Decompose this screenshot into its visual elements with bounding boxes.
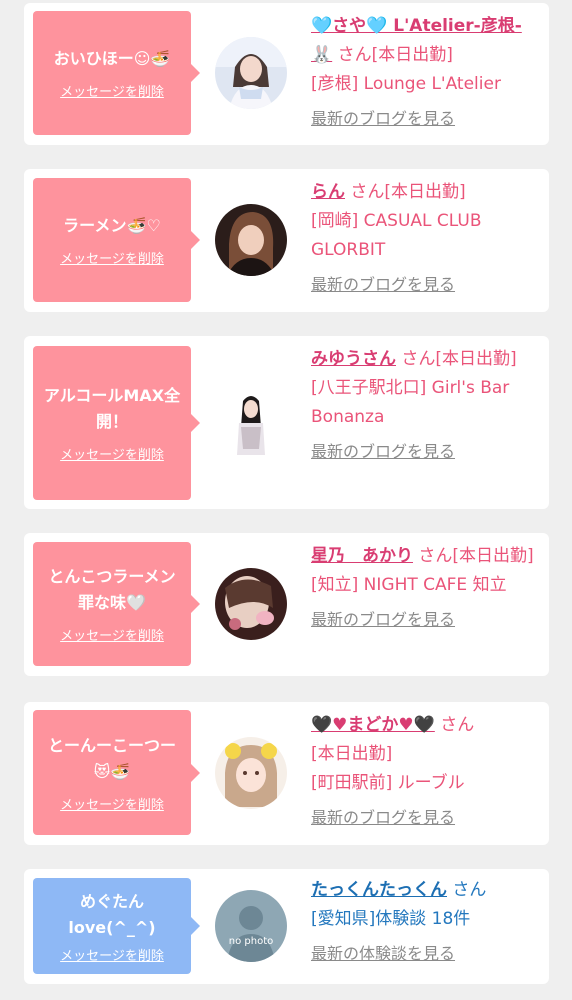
delete-message-link[interactable]: メッセージを削除 bbox=[60, 625, 164, 644]
latest-blog-link[interactable]: 最新のブログを見る bbox=[311, 437, 455, 466]
reviewer-name-link[interactable]: たっくんたっくん bbox=[311, 880, 447, 900]
bubble-message-text: ラーメン🍜♡ bbox=[63, 216, 161, 235]
store-text: [町田駅前] ルーブル bbox=[311, 773, 465, 793]
cast-status-text: さん[本日出勤] bbox=[350, 182, 466, 202]
avatar[interactable] bbox=[215, 37, 287, 109]
message-card: めぐたんlove(^_^) メッセージを削除 no photo たっくんたっくん… bbox=[24, 869, 549, 984]
store-text: [八王子駅北口] Girl's Bar Bonanza bbox=[311, 378, 510, 427]
message-card: おいひほー☺🍜 メッセージを削除 🩵さや🩵 L'Atelier-彦根-🐰 さん[… bbox=[24, 3, 549, 145]
cast-status-text: さん[本日出勤] bbox=[418, 546, 534, 566]
no-photo-label: no photo bbox=[228, 936, 274, 947]
latest-blog-link[interactable]: 最新のブログを見る bbox=[311, 104, 455, 133]
avatar[interactable] bbox=[215, 737, 287, 809]
bubble-message-text: アルコールMAX全開！ bbox=[43, 386, 181, 431]
avatar[interactable]: no photo bbox=[215, 890, 287, 962]
cast-status-text: さん bbox=[440, 715, 475, 735]
bubble-message-text: とーんーこーつー😻🍜 bbox=[47, 735, 176, 781]
cast-name-link[interactable]: 星乃 あかり bbox=[311, 546, 413, 566]
latest-blog-link[interactable]: 最新のブログを見る bbox=[311, 803, 455, 832]
message-bubble: ラーメン🍜♡ メッセージを削除 bbox=[33, 178, 200, 302]
message-card: とーんーこーつー😻🍜 メッセージを削除 🖤♥まどか♥🖤 さん [本日出勤] [町… bbox=[24, 702, 549, 845]
status-text: [本日出勤] bbox=[311, 744, 393, 764]
latest-review-link[interactable]: 最新の体験談を見る bbox=[311, 939, 455, 968]
message-card: とんこつラーメン罪な味🤍 メッセージを削除 星乃 あかり さん[本日出勤] [知… bbox=[24, 533, 549, 676]
store-text: [岡崎] CASUAL CLUB GLORBIT bbox=[311, 211, 482, 260]
bubble-message-text: めぐたんlove(^_^) bbox=[68, 891, 156, 937]
message-bubble: めぐたんlove(^_^) メッセージを削除 bbox=[33, 878, 200, 974]
cast-name-link[interactable]: らん bbox=[311, 182, 345, 202]
cast-info: 🩵さや🩵 L'Atelier-彦根-🐰 さん[本日出勤] [彦根] Lounge… bbox=[311, 12, 539, 134]
delete-message-link[interactable]: メッセージを削除 bbox=[60, 444, 164, 463]
cast-info: たっくんたっくん さん [愛知県]体験談 18件 最新の体験談を見る bbox=[311, 876, 539, 969]
cast-name-link[interactable]: 🖤♥まどか♥🖤 bbox=[311, 715, 435, 735]
store-text: [彦根] Lounge L'Atelier bbox=[311, 74, 501, 94]
avatar[interactable] bbox=[215, 387, 287, 459]
cast-info: みゆうさん さん[本日出勤] [八王子駅北口] Girl's Bar Bonan… bbox=[311, 345, 539, 467]
bubble-message-text: とんこつラーメン罪な味🤍 bbox=[48, 567, 176, 612]
delete-message-link[interactable]: メッセージを削除 bbox=[60, 248, 164, 267]
bubble-message-text: おいひほー☺🍜 bbox=[53, 49, 171, 68]
cast-name-link[interactable]: みゆうさん bbox=[311, 349, 396, 369]
avatar[interactable] bbox=[215, 204, 287, 276]
review-count-text: [愛知県]体験談 18件 bbox=[311, 909, 471, 929]
cast-status-text: さん[本日出勤] bbox=[337, 45, 453, 65]
reviewer-suffix-text: さん bbox=[452, 880, 487, 900]
latest-blog-link[interactable]: 最新のブログを見る bbox=[311, 270, 455, 299]
delete-message-link[interactable]: メッセージを削除 bbox=[60, 81, 164, 100]
message-bubble: アルコールMAX全開！ メッセージを削除 bbox=[33, 346, 200, 500]
delete-message-link[interactable]: メッセージを削除 bbox=[60, 794, 164, 813]
message-bubble: おいひほー☺🍜 メッセージを削除 bbox=[33, 11, 200, 135]
avatar[interactable] bbox=[215, 568, 287, 640]
delete-message-link[interactable]: メッセージを削除 bbox=[60, 945, 164, 964]
cast-info: らん さん[本日出勤] [岡崎] CASUAL CLUB GLORBIT 最新の… bbox=[311, 178, 539, 300]
message-card: ラーメン🍜♡ メッセージを削除 らん さん[本日出勤] [岡崎] CASUAL … bbox=[24, 169, 549, 312]
store-text: [知立] NIGHT CAFE 知立 bbox=[311, 575, 507, 595]
cast-status-text: さん[本日出勤] bbox=[401, 349, 517, 369]
message-bubble: とーんーこーつー😻🍜 メッセージを削除 bbox=[33, 710, 200, 835]
message-bubble: とんこつラーメン罪な味🤍 メッセージを削除 bbox=[33, 542, 200, 666]
cast-info: 星乃 あかり さん[本日出勤] [知立] NIGHT CAFE 知立 最新のブロ… bbox=[311, 542, 539, 635]
latest-blog-link[interactable]: 最新のブログを見る bbox=[311, 605, 455, 634]
cast-info: 🖤♥まどか♥🖤 さん [本日出勤] [町田駅前] ルーブル 最新のブログを見る bbox=[311, 711, 539, 833]
message-card: アルコールMAX全開！ メッセージを削除 みゆうさん さん[本日出勤] [八王子… bbox=[24, 336, 549, 509]
